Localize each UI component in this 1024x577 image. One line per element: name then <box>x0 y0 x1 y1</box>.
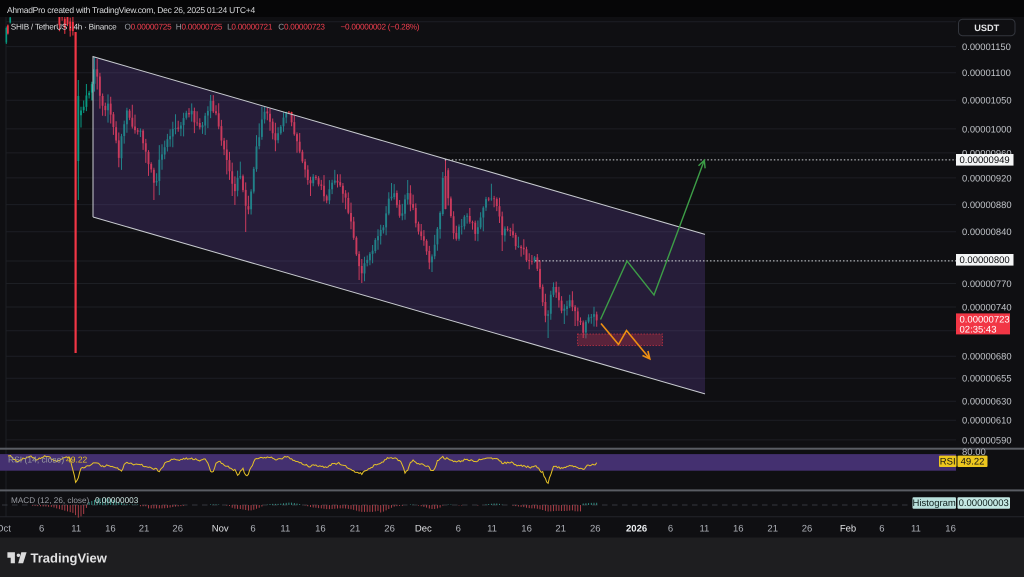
svg-text:16: 16 <box>521 524 532 535</box>
svg-text:0.00000740: 0.00000740 <box>962 301 1012 312</box>
svg-text:0.00000840: 0.00000840 <box>962 226 1012 237</box>
svg-text:26: 26 <box>384 524 395 535</box>
svg-text:0.00001000: 0.00001000 <box>962 123 1012 134</box>
svg-text:6: 6 <box>879 524 884 535</box>
svg-text:C0.00000723: C0.00000723 <box>278 23 325 32</box>
svg-text:RSI (14, close): RSI (14, close) <box>8 455 64 465</box>
svg-text:0.00000680: 0.00000680 <box>962 351 1012 362</box>
svg-text:0.00001050: 0.00001050 <box>962 95 1012 106</box>
svg-text:0.00000655: 0.00000655 <box>962 373 1012 384</box>
svg-text:2026: 2026 <box>626 524 647 535</box>
svg-text:0.00000800: 0.00000800 <box>960 255 1010 266</box>
svg-text:RSI: RSI <box>940 456 956 467</box>
svg-text:11: 11 <box>71 524 81 535</box>
svg-text:0.00000590: 0.00000590 <box>962 434 1012 445</box>
svg-text:11: 11 <box>699 524 709 535</box>
svg-text:49.22: 49.22 <box>66 455 88 465</box>
svg-text:26: 26 <box>802 524 813 535</box>
svg-text:0.00001150: 0.00001150 <box>962 41 1011 52</box>
svg-text:0.00001100: 0.00001100 <box>962 67 1011 78</box>
svg-text:11: 11 <box>280 524 290 535</box>
svg-text:02:35:43: 02:35:43 <box>960 324 997 335</box>
svg-text:Dec: Dec <box>415 524 432 535</box>
svg-text:Nov: Nov <box>212 524 229 535</box>
svg-text:6: 6 <box>39 524 44 535</box>
svg-text:21: 21 <box>350 524 361 535</box>
svg-text:16: 16 <box>105 524 116 535</box>
svg-text:16: 16 <box>945 524 956 535</box>
svg-text:6: 6 <box>250 524 255 535</box>
svg-text:21: 21 <box>555 524 566 535</box>
svg-text:USDT: USDT <box>974 23 999 33</box>
svg-text:Histogram: Histogram <box>913 498 956 509</box>
svg-text:26: 26 <box>172 524 183 535</box>
svg-text:11: 11 <box>911 524 921 535</box>
svg-text:TradingView: TradingView <box>31 550 108 565</box>
svg-text:26: 26 <box>590 524 601 535</box>
svg-text:21: 21 <box>139 524 150 535</box>
svg-text:6: 6 <box>668 524 673 535</box>
svg-text:−0.00000002 (−0.28%): −0.00000002 (−0.28%) <box>341 23 420 32</box>
svg-text:Feb: Feb <box>840 524 856 535</box>
svg-text:L0.00000721: L0.00000721 <box>227 23 273 32</box>
svg-text:O0.00000725: O0.00000725 <box>125 23 173 32</box>
svg-text:SHIB / TetherUS · 4h · Binance: SHIB / TetherUS · 4h · Binance <box>11 23 117 32</box>
svg-text:11: 11 <box>487 524 497 535</box>
svg-text:0.00000610: 0.00000610 <box>962 415 1012 426</box>
svg-text:49.22: 49.22 <box>961 456 985 467</box>
svg-text:0.00000920: 0.00000920 <box>962 172 1012 183</box>
svg-text:6: 6 <box>456 524 461 535</box>
svg-text:0.00000880: 0.00000880 <box>962 199 1012 210</box>
svg-text:Oct: Oct <box>0 524 11 535</box>
svg-text:0.00000003: 0.00000003 <box>95 496 139 505</box>
svg-text:16: 16 <box>733 524 744 535</box>
svg-text:0.00000949: 0.00000949 <box>960 155 1010 166</box>
svg-text:0.00000770: 0.00000770 <box>962 278 1012 289</box>
svg-text:21: 21 <box>767 524 778 535</box>
svg-text:0.00000003: 0.00000003 <box>959 498 1009 509</box>
svg-text:0.00000630: 0.00000630 <box>962 396 1012 407</box>
svg-text:AhmadPro created with TradingV: AhmadPro created with TradingView.com, D… <box>7 5 255 15</box>
svg-text:MACD (12, 26, close): MACD (12, 26, close) <box>11 496 90 505</box>
svg-text:16: 16 <box>315 524 326 535</box>
svg-text:H0.00000725: H0.00000725 <box>176 23 223 32</box>
